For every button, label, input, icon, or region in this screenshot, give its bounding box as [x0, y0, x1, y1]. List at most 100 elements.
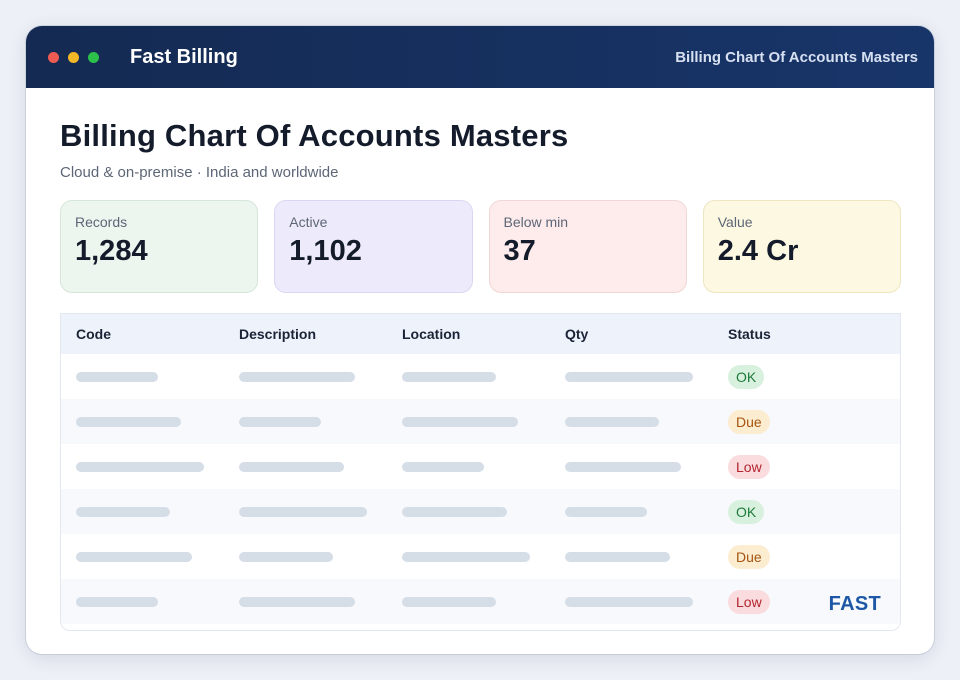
placeholder-bar	[565, 371, 693, 382]
brand-logo: FAST	[828, 593, 881, 615]
cell-status: Low	[713, 454, 876, 479]
placeholder-bar	[402, 371, 496, 382]
cell-location	[387, 506, 550, 517]
app-window: Fast Billing Billing Chart Of Accounts M…	[26, 26, 934, 654]
cell-location	[387, 461, 550, 472]
stats-row: Records 1,284 Active 1,102 Below min 37 …	[60, 200, 901, 293]
placeholder-bar	[565, 596, 693, 607]
cell-qty	[550, 371, 713, 382]
column-header-location[interactable]: Location	[387, 326, 550, 342]
cell-description	[224, 416, 387, 427]
placeholder-bar	[239, 506, 367, 517]
cell-status: OK	[713, 499, 876, 524]
table-row[interactable]: OK	[61, 489, 900, 534]
column-header-qty[interactable]: Qty	[550, 326, 713, 342]
window-controls	[48, 51, 99, 63]
cell-status: Due	[713, 544, 876, 569]
column-header-description[interactable]: Description	[224, 326, 387, 342]
placeholder-bar	[239, 371, 355, 382]
placeholder-bar	[76, 461, 204, 472]
placeholder-bar	[402, 551, 530, 562]
cell-location	[387, 551, 550, 562]
status-badge: Due	[728, 544, 770, 569]
column-header-label: Description	[239, 326, 317, 342]
cell-description	[224, 506, 387, 517]
placeholder-bar	[239, 461, 344, 472]
placeholder-bar	[565, 461, 681, 472]
cell-qty	[550, 461, 713, 472]
stat-label: Records	[75, 214, 128, 230]
placeholder-bar	[565, 416, 659, 427]
stat-card-records: Records 1,284	[60, 200, 259, 293]
cell-description	[224, 596, 387, 607]
stat-value: 1,102	[289, 235, 362, 267]
table-row[interactable]: OK	[61, 354, 900, 399]
stat-card-value: Value 2.4 Cr	[702, 200, 901, 293]
cell-qty	[550, 596, 713, 607]
cell-location	[387, 596, 550, 607]
cell-qty	[550, 551, 713, 562]
cell-code	[61, 551, 224, 562]
cell-description	[224, 371, 387, 382]
stat-value: 1,284	[75, 235, 148, 267]
column-header-label: Code	[76, 326, 111, 342]
cell-code	[61, 596, 224, 607]
cell-code	[61, 506, 224, 517]
placeholder-bar	[239, 416, 321, 427]
column-header-label: Status	[728, 326, 771, 342]
app-name: Fast Billing	[130, 45, 238, 68]
cell-description	[224, 461, 387, 472]
close-window-button[interactable]	[48, 51, 59, 63]
page-title: Billing Chart Of Accounts Masters	[60, 118, 569, 153]
column-header-label: Qty	[565, 326, 589, 342]
status-badge: Low	[728, 454, 770, 479]
status-badge: Low	[728, 589, 770, 614]
table-row[interactable]: Low	[61, 444, 900, 489]
page-subtitle: Cloud & on-premise · India and worldwide	[60, 164, 339, 181]
status-badge: Due	[728, 409, 770, 434]
placeholder-bar	[239, 596, 355, 607]
cell-qty	[550, 506, 713, 517]
cell-code	[61, 461, 224, 472]
table-body: OK Due Low OK Due Low	[61, 354, 900, 624]
maximize-window-button[interactable]	[88, 51, 99, 63]
stat-card-below-min: Below min 37	[488, 200, 687, 293]
window-title: Billing Chart Of Accounts Masters	[675, 48, 918, 66]
stat-label: Value	[717, 214, 753, 230]
status-badge: OK	[728, 499, 765, 524]
table-row[interactable]: Low	[61, 579, 900, 624]
placeholder-bar	[402, 596, 496, 607]
placeholder-bar	[565, 506, 647, 517]
title-bar: Fast Billing Billing Chart Of Accounts M…	[26, 26, 934, 88]
cell-status: OK	[713, 364, 876, 389]
stat-value: 2.4 Cr	[717, 235, 799, 267]
column-header-status[interactable]: Status	[713, 326, 876, 342]
stat-card-active: Active 1,102	[274, 200, 473, 293]
records-table: Code Description Location Qty Status OK D…	[60, 313, 901, 631]
placeholder-bar	[402, 506, 507, 517]
cell-location	[387, 416, 550, 427]
table-header: Code Description Location Qty Status	[61, 314, 900, 354]
minimize-window-button[interactable]	[68, 51, 79, 63]
cell-status: Due	[713, 409, 876, 434]
cell-location	[387, 371, 550, 382]
placeholder-bar	[76, 416, 181, 427]
placeholder-bar	[76, 506, 170, 517]
placeholder-bar	[565, 551, 670, 562]
placeholder-bar	[76, 551, 192, 562]
cell-code	[61, 371, 224, 382]
cell-qty	[550, 416, 713, 427]
placeholder-bar	[239, 551, 333, 562]
cell-code	[61, 416, 224, 427]
placeholder-bar	[402, 416, 518, 427]
main-content: Billing Chart Of Accounts Masters Cloud …	[26, 88, 934, 631]
table-row[interactable]: Due	[61, 534, 900, 579]
table-row[interactable]: Due	[61, 399, 900, 444]
placeholder-bar	[76, 596, 158, 607]
placeholder-bar	[402, 461, 484, 472]
stat-label: Below min	[503, 214, 569, 230]
stat-label: Active	[289, 214, 328, 230]
column-header-label: Location	[402, 326, 461, 342]
status-badge: OK	[728, 364, 765, 389]
column-header-code[interactable]: Code	[61, 326, 224, 342]
